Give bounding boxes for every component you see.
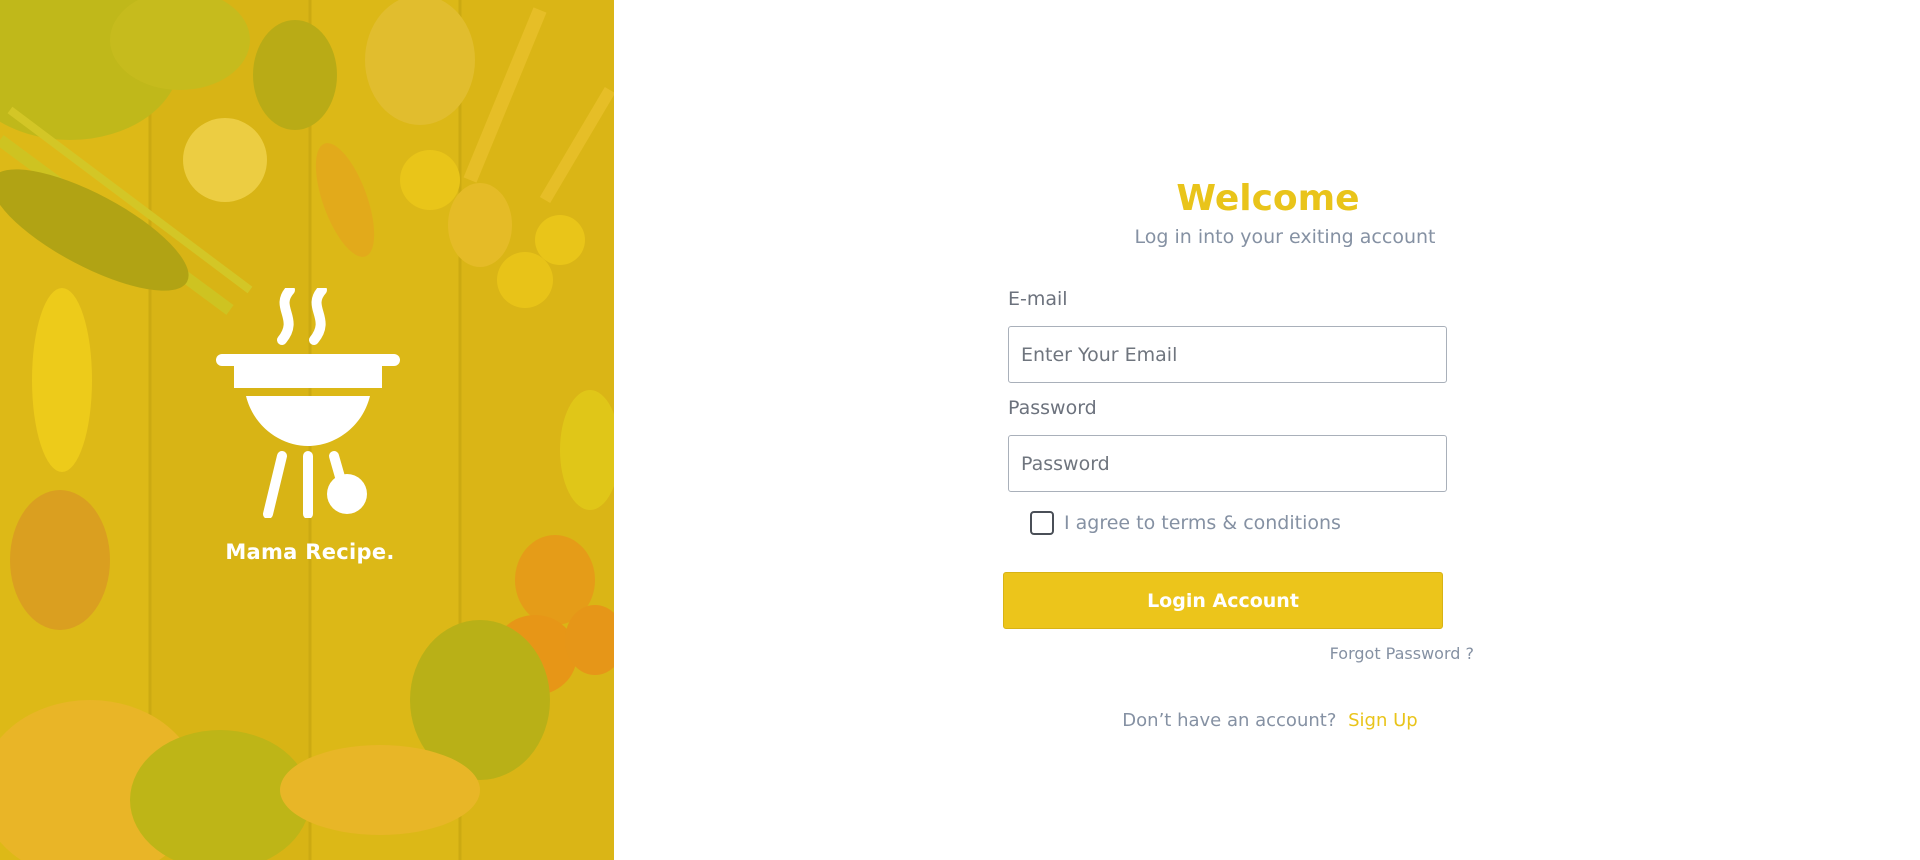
page-subtitle: Log in into your exiting account [1134, 226, 1436, 248]
grill-bbq-icon [216, 288, 400, 518]
terms-checkbox[interactable] [1030, 511, 1054, 535]
signup-row: Don’t have an account? Sign Up [1000, 710, 1540, 731]
password-label: Password [1008, 397, 1097, 419]
password-field[interactable] [1008, 435, 1447, 492]
brand-name: Mama Recipe. [225, 540, 395, 564]
forgot-password-link[interactable]: Forgot Password ? [1288, 644, 1474, 663]
login-form: Welcome Log in into your exiting account… [1000, 170, 1480, 750]
hero-panel: Mama Recipe. [0, 0, 614, 860]
email-label: E-mail [1008, 288, 1068, 310]
login-button[interactable]: Login Account [1003, 572, 1443, 629]
page-title: Welcome [1176, 178, 1360, 219]
terms-agreement: I agree to terms & conditions [1030, 508, 1341, 538]
email-field[interactable] [1008, 326, 1447, 383]
signup-link[interactable]: Sign Up [1348, 710, 1418, 731]
signup-prompt: Don’t have an account? [1122, 710, 1337, 731]
terms-label[interactable]: I agree to terms & conditions [1064, 512, 1341, 534]
